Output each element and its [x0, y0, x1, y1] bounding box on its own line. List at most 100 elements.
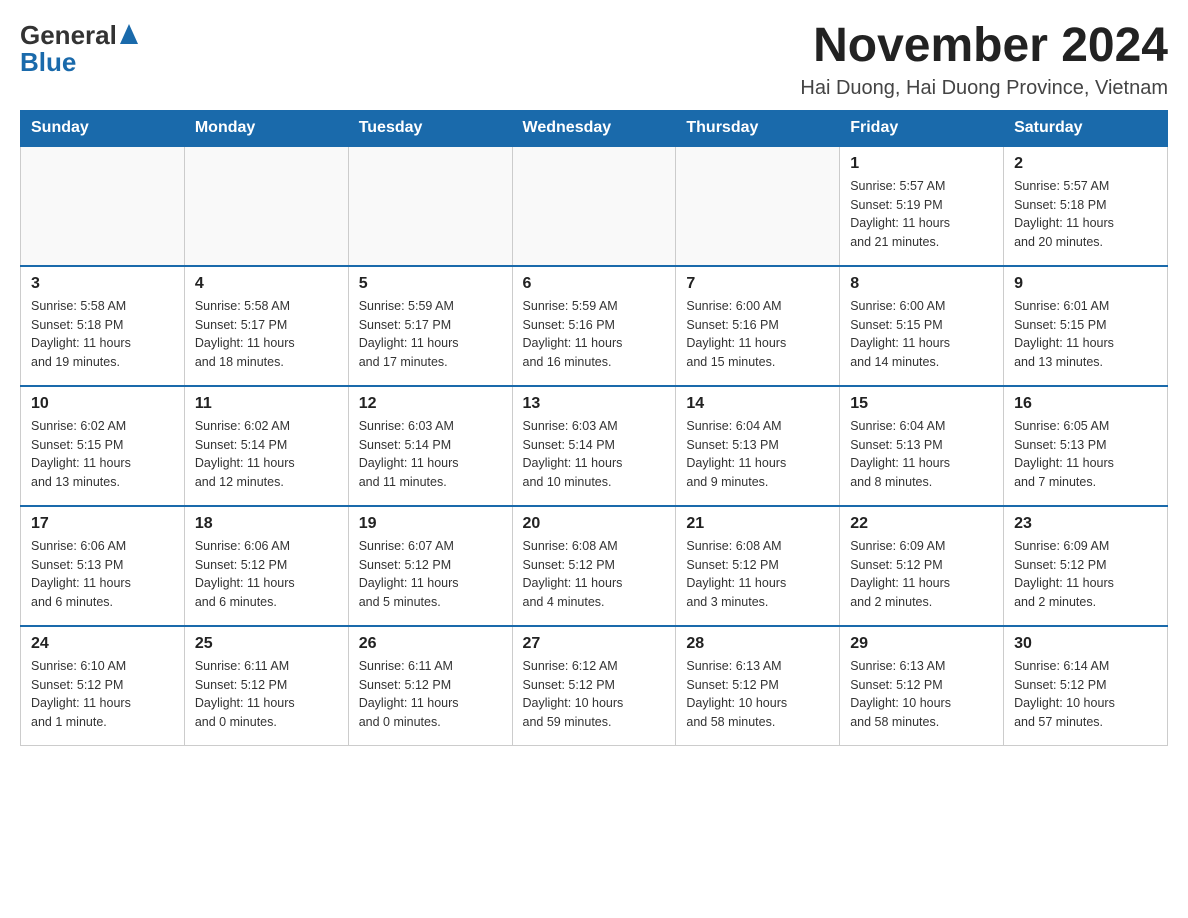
- day-info: Sunrise: 6:06 AM Sunset: 5:13 PM Dayligh…: [31, 537, 174, 612]
- calendar-cell: 29 Sunrise: 6:13 AM Sunset: 5:12 PM Dayli…: [840, 626, 1004, 746]
- calendar-cell: 30 Sunrise: 6:14 AM Sunset: 5:12 PM Dayli…: [1004, 626, 1168, 746]
- calendar-cell: 25 Sunrise: 6:11 AM Sunset: 5:12 PM Dayli…: [184, 626, 348, 746]
- day-number: 28: [686, 635, 829, 653]
- calendar-cell: 13 Sunrise: 6:03 AM Sunset: 5:14 PM Dayli…: [512, 386, 676, 506]
- calendar-header-row: SundayMondayTuesdayWednesdayThursdayFrid…: [21, 110, 1168, 146]
- calendar-cell: 9 Sunrise: 6:01 AM Sunset: 5:15 PM Daylig…: [1004, 266, 1168, 386]
- logo: General Blue: [20, 20, 138, 78]
- day-info: Sunrise: 6:04 AM Sunset: 5:13 PM Dayligh…: [850, 417, 993, 492]
- day-of-week-header: Thursday: [676, 110, 840, 146]
- logo-triangle-icon: [120, 24, 138, 49]
- calendar-week-row: 24Sunrise: 6:10 AM Sunset: 5:12 PM Dayli…: [21, 626, 1168, 746]
- day-number: 18: [195, 515, 338, 533]
- calendar-cell: 26Sunrise: 6:11 AM Sunset: 5:12 PM Dayli…: [348, 626, 512, 746]
- calendar-cell: 21 Sunrise: 6:08 AM Sunset: 5:12 PM Dayli…: [676, 506, 840, 626]
- day-info: Sunrise: 6:14 AM Sunset: 5:12 PM Dayligh…: [1014, 657, 1157, 732]
- day-info: Sunrise: 6:09 AM Sunset: 5:12 PM Dayligh…: [850, 537, 993, 612]
- day-number: 13: [523, 395, 666, 413]
- calendar-cell: 8 Sunrise: 6:00 AM Sunset: 5:15 PM Daylig…: [840, 266, 1004, 386]
- day-number: 12: [359, 395, 502, 413]
- calendar-week-row: 3Sunrise: 5:58 AM Sunset: 5:18 PM Daylig…: [21, 266, 1168, 386]
- day-number: 6: [523, 275, 666, 293]
- calendar-week-row: 10Sunrise: 6:02 AM Sunset: 5:15 PM Dayli…: [21, 386, 1168, 506]
- day-number: 21: [686, 515, 829, 533]
- day-number: 11: [195, 395, 338, 413]
- day-info: Sunrise: 6:08 AM Sunset: 5:12 PM Dayligh…: [686, 537, 829, 612]
- day-number: 2: [1014, 155, 1157, 173]
- day-info: Sunrise: 6:00 AM Sunset: 5:15 PM Dayligh…: [850, 297, 993, 372]
- day-info: Sunrise: 6:13 AM Sunset: 5:12 PM Dayligh…: [686, 657, 829, 732]
- day-info: Sunrise: 5:57 AM Sunset: 5:18 PM Dayligh…: [1014, 177, 1157, 252]
- day-number: 15: [850, 395, 993, 413]
- day-of-week-header: Saturday: [1004, 110, 1168, 146]
- day-info: Sunrise: 5:57 AM Sunset: 5:19 PM Dayligh…: [850, 177, 993, 252]
- day-info: Sunrise: 6:11 AM Sunset: 5:12 PM Dayligh…: [195, 657, 338, 732]
- calendar-cell: 12 Sunrise: 6:03 AM Sunset: 5:14 PM Dayli…: [348, 386, 512, 506]
- day-info: Sunrise: 5:58 AM Sunset: 5:17 PM Dayligh…: [195, 297, 338, 372]
- day-number: 29: [850, 635, 993, 653]
- calendar-table: SundayMondayTuesdayWednesdayThursdayFrid…: [20, 110, 1168, 747]
- calendar-cell: 22 Sunrise: 6:09 AM Sunset: 5:12 PM Dayli…: [840, 506, 1004, 626]
- day-number: 22: [850, 515, 993, 533]
- calendar-cell: 14Sunrise: 6:04 AM Sunset: 5:13 PM Dayli…: [676, 386, 840, 506]
- day-number: 19: [359, 515, 502, 533]
- day-info: Sunrise: 6:03 AM Sunset: 5:14 PM Dayligh…: [359, 417, 502, 492]
- calendar-cell: [512, 146, 676, 266]
- day-info: Sunrise: 6:01 AM Sunset: 5:15 PM Dayligh…: [1014, 297, 1157, 372]
- calendar-cell: 19Sunrise: 6:07 AM Sunset: 5:12 PM Dayli…: [348, 506, 512, 626]
- calendar-cell: [184, 146, 348, 266]
- calendar-cell: 23 Sunrise: 6:09 AM Sunset: 5:12 PM Dayli…: [1004, 506, 1168, 626]
- calendar-cell: [348, 146, 512, 266]
- day-of-week-header: Friday: [840, 110, 1004, 146]
- day-info: Sunrise: 6:04 AM Sunset: 5:13 PM Dayligh…: [686, 417, 829, 492]
- day-number: 23: [1014, 515, 1157, 533]
- logo-blue-text: Blue: [20, 47, 76, 78]
- calendar-cell: 11 Sunrise: 6:02 AM Sunset: 5:14 PM Dayli…: [184, 386, 348, 506]
- calendar-cell: 5 Sunrise: 5:59 AM Sunset: 5:17 PM Daylig…: [348, 266, 512, 386]
- calendar-cell: 20 Sunrise: 6:08 AM Sunset: 5:12 PM Dayli…: [512, 506, 676, 626]
- day-info: Sunrise: 6:12 AM Sunset: 5:12 PM Dayligh…: [523, 657, 666, 732]
- calendar-cell: 10Sunrise: 6:02 AM Sunset: 5:15 PM Dayli…: [21, 386, 185, 506]
- calendar-cell: 24Sunrise: 6:10 AM Sunset: 5:12 PM Dayli…: [21, 626, 185, 746]
- calendar-cell: 4 Sunrise: 5:58 AM Sunset: 5:17 PM Daylig…: [184, 266, 348, 386]
- day-number: 4: [195, 275, 338, 293]
- day-of-week-header: Tuesday: [348, 110, 512, 146]
- day-info: Sunrise: 6:06 AM Sunset: 5:12 PM Dayligh…: [195, 537, 338, 612]
- day-number: 27: [523, 635, 666, 653]
- month-title: November 2024: [800, 20, 1168, 73]
- location-text: Hai Duong, Hai Duong Province, Vietnam: [800, 77, 1168, 100]
- day-of-week-header: Sunday: [21, 110, 185, 146]
- day-number: 17: [31, 515, 174, 533]
- day-info: Sunrise: 6:11 AM Sunset: 5:12 PM Dayligh…: [359, 657, 502, 732]
- calendar-cell: 27 Sunrise: 6:12 AM Sunset: 5:12 PM Dayli…: [512, 626, 676, 746]
- day-info: Sunrise: 5:58 AM Sunset: 5:18 PM Dayligh…: [31, 297, 174, 372]
- calendar-cell: 3Sunrise: 5:58 AM Sunset: 5:18 PM Daylig…: [21, 266, 185, 386]
- day-info: Sunrise: 6:09 AM Sunset: 5:12 PM Dayligh…: [1014, 537, 1157, 612]
- day-info: Sunrise: 5:59 AM Sunset: 5:17 PM Dayligh…: [359, 297, 502, 372]
- calendar-cell: 16 Sunrise: 6:05 AM Sunset: 5:13 PM Dayli…: [1004, 386, 1168, 506]
- day-number: 24: [31, 635, 174, 653]
- day-info: Sunrise: 6:02 AM Sunset: 5:14 PM Dayligh…: [195, 417, 338, 492]
- calendar-cell: 28 Sunrise: 6:13 AM Sunset: 5:12 PM Dayli…: [676, 626, 840, 746]
- calendar-cell: 7Sunrise: 6:00 AM Sunset: 5:16 PM Daylig…: [676, 266, 840, 386]
- calendar-cell: 2 Sunrise: 5:57 AM Sunset: 5:18 PM Daylig…: [1004, 146, 1168, 266]
- day-number: 20: [523, 515, 666, 533]
- day-number: 10: [31, 395, 174, 413]
- calendar-week-row: 1Sunrise: 5:57 AM Sunset: 5:19 PM Daylig…: [21, 146, 1168, 266]
- day-info: Sunrise: 6:13 AM Sunset: 5:12 PM Dayligh…: [850, 657, 993, 732]
- day-info: Sunrise: 6:03 AM Sunset: 5:14 PM Dayligh…: [523, 417, 666, 492]
- day-info: Sunrise: 6:08 AM Sunset: 5:12 PM Dayligh…: [523, 537, 666, 612]
- day-of-week-header: Monday: [184, 110, 348, 146]
- day-number: 8: [850, 275, 993, 293]
- day-number: 5: [359, 275, 502, 293]
- calendar-cell: [21, 146, 185, 266]
- day-number: 7: [686, 275, 829, 293]
- day-number: 16: [1014, 395, 1157, 413]
- calendar-cell: 6 Sunrise: 5:59 AM Sunset: 5:16 PM Daylig…: [512, 266, 676, 386]
- day-info: Sunrise: 5:59 AM Sunset: 5:16 PM Dayligh…: [523, 297, 666, 372]
- calendar-cell: 17 Sunrise: 6:06 AM Sunset: 5:13 PM Dayli…: [21, 506, 185, 626]
- day-number: 30: [1014, 635, 1157, 653]
- day-info: Sunrise: 6:05 AM Sunset: 5:13 PM Dayligh…: [1014, 417, 1157, 492]
- day-number: 25: [195, 635, 338, 653]
- day-number: 9: [1014, 275, 1157, 293]
